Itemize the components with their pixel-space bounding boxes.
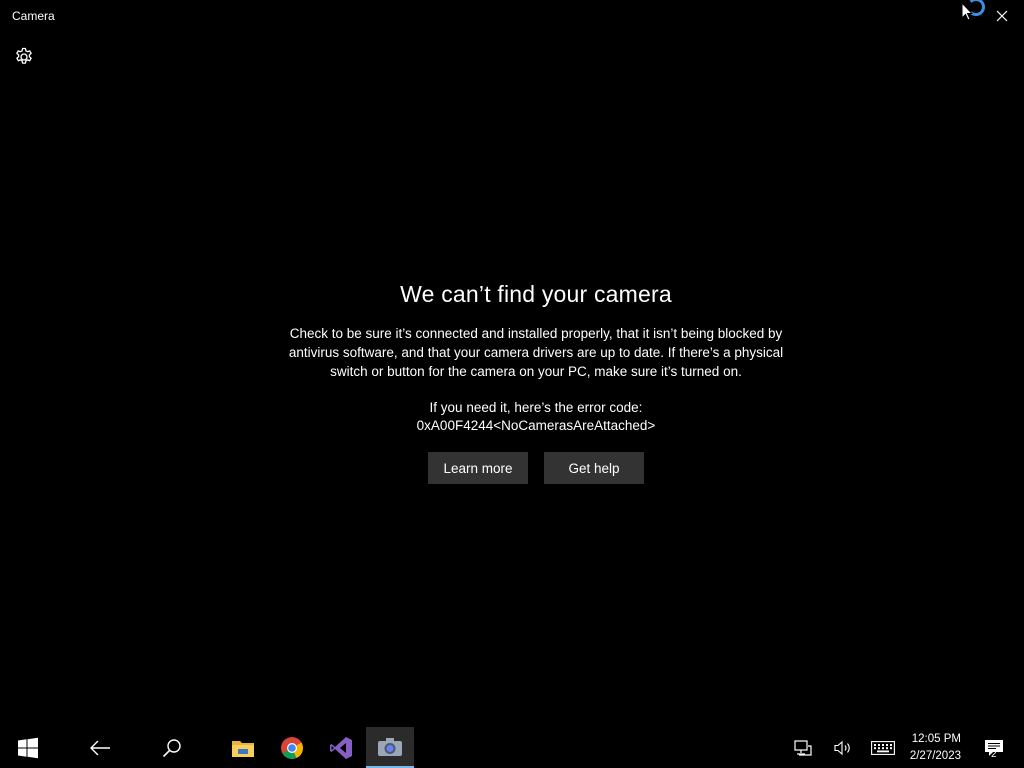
window-title: Camera	[12, 9, 55, 23]
windows-icon	[18, 737, 38, 758]
camera-app-window: Camera We can’t find your camera Check t…	[0, 0, 1024, 727]
action-center-button[interactable]	[980, 727, 1008, 768]
back-arrow-icon	[90, 740, 110, 755]
start-button[interactable]	[4, 727, 52, 768]
clock-date: 2/27/2023	[909, 750, 961, 762]
close-icon	[996, 10, 1008, 22]
error-code: 0xA00F4244<NoCamerasAreAttached>	[416, 418, 656, 433]
taskbar: 12:05 PM 2/27/2023	[0, 727, 1024, 768]
visual-studio-taskbar-button[interactable]	[317, 727, 365, 768]
mouse-cursor-icon	[961, 1, 974, 26]
action-buttons: Learn more Get help	[262, 452, 810, 484]
camera-taskbar-button[interactable]	[366, 727, 414, 768]
volume-icon	[834, 740, 850, 755]
file-explorer-taskbar-button[interactable]	[219, 727, 267, 768]
folder-icon	[232, 740, 254, 757]
clock-time: 12:05 PM	[911, 733, 961, 745]
volume-tray-button[interactable]	[829, 727, 857, 768]
chrome-icon	[281, 736, 303, 759]
title-bar: Camera	[0, 0, 1024, 32]
error-code-label: If you need it, here’s the error code:	[429, 400, 643, 415]
error-description: Check to be sure it’s connected and inst…	[288, 326, 784, 379]
clock[interactable]: 12:05 PM 2/27/2023	[910, 731, 961, 765]
network-tray-button[interactable]	[789, 727, 817, 768]
back-button[interactable]	[76, 727, 124, 768]
get-help-button[interactable]: Get help	[544, 452, 644, 484]
learn-more-button[interactable]: Learn more	[428, 452, 528, 484]
camera-icon	[378, 737, 402, 756]
chrome-taskbar-button[interactable]	[268, 727, 316, 768]
error-title: We can’t find your camera	[400, 281, 672, 307]
notification-count-badge: 2	[991, 749, 997, 760]
settings-button[interactable]	[12, 45, 36, 69]
gear-icon	[16, 47, 32, 64]
error-panel: We can’t find your camera Check to be su…	[262, 280, 810, 484]
close-button[interactable]	[992, 6, 1012, 26]
search-icon	[162, 738, 181, 757]
network-icon	[794, 739, 812, 756]
search-button[interactable]	[148, 727, 196, 768]
touch-keyboard-tray-button[interactable]	[868, 727, 898, 768]
keyboard-icon	[871, 740, 895, 755]
visual-studio-icon	[330, 736, 352, 759]
